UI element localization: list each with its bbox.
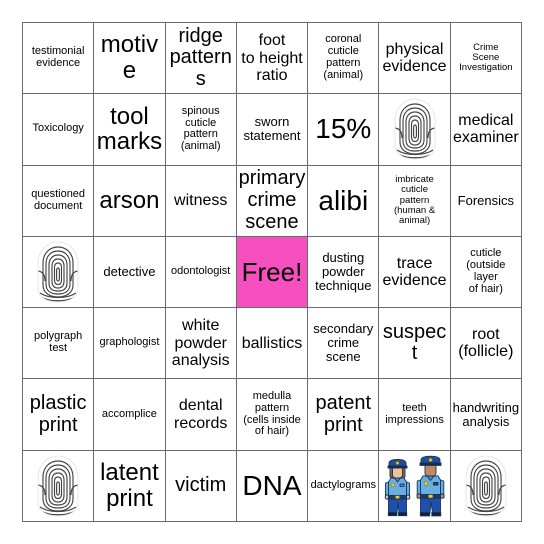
bingo-cell[interactable]: polygraph test	[23, 308, 95, 380]
bingo-cell[interactable]: odontologist	[165, 236, 237, 309]
bingo-cell-label: ridge patterns	[169, 24, 232, 90]
bingo-cell-label: DNA	[242, 469, 302, 501]
bingo-cell[interactable]: patent print	[308, 379, 380, 451]
bingo-cell[interactable]: accomplice	[94, 379, 166, 451]
bingo-cell[interactable]: witness	[165, 165, 237, 237]
bingo-cell-label: dactylograms	[310, 478, 376, 491]
bingo-cell[interactable]: sworn statement	[236, 94, 309, 166]
bingo-cell[interactable]: 15%	[308, 94, 380, 166]
fingerprint-icon	[463, 455, 509, 517]
bingo-cell[interactable]: physical evidence	[379, 23, 451, 95]
bingo-cell[interactable]: Crime Scene Investigation	[450, 23, 522, 95]
bingo-cell-label: Free!	[241, 256, 303, 287]
bingo-cell[interactable]: spinous cuticle pattern (animal)	[165, 94, 237, 166]
bingo-cell-label: tool marks	[96, 102, 163, 156]
bingo-cell[interactable]: Forensics	[450, 165, 522, 237]
bingo-cell[interactable]: DNA	[236, 450, 309, 522]
bingo-cell-label: patent print	[315, 391, 372, 436]
bingo-cell-label: questioned document	[31, 187, 86, 212]
bingo-cell-label: detective	[103, 263, 156, 279]
bingo-cell[interactable]: coronal cuticle pattern (animal)	[308, 23, 380, 95]
bingo-cell[interactable]: primary crime scene	[236, 165, 309, 237]
bingo-cell-label: Crime Scene Investigation	[459, 41, 513, 74]
bingo-cell-label: foot to height ratio	[241, 32, 303, 84]
bingo-card-grid: testimonial evidence motive ridge patterns…	[22, 22, 522, 522]
bingo-cell[interactable]: handwriting analysis	[450, 379, 522, 451]
bingo-cell-label: secondary crime scene	[313, 321, 374, 365]
bingo-cell[interactable]: root (follicle)	[450, 308, 522, 380]
bingo-cell-label: plastic print	[29, 391, 87, 436]
bingo-cell[interactable]: dusting powder technique	[308, 236, 380, 309]
bingo-cell[interactable]: plastic print	[23, 379, 95, 451]
bingo-cell[interactable]: secondary crime scene	[308, 308, 380, 380]
bingo-cell-label: root (follicle)	[458, 326, 514, 361]
bingo-cell-label: accomplice	[101, 407, 157, 420]
bingo-cell-label: sworn statement	[243, 114, 301, 144]
bingo-cell[interactable]: alibi	[308, 165, 380, 237]
bingo-cell[interactable]: detective	[94, 236, 166, 309]
bingo-cell-fingerprint[interactable]	[379, 94, 451, 166]
bingo-cell-label: 15%	[315, 113, 372, 145]
bingo-cell-label: medulla pattern (cells inside of hair)	[243, 389, 301, 438]
bingo-cell[interactable]: imbricate cuticle pattern (human & anima…	[379, 165, 451, 237]
bingo-cell-label: suspect	[382, 320, 447, 365]
police-officers-icon	[382, 455, 448, 517]
bingo-cell-free-space[interactable]: Free!	[236, 236, 309, 309]
bingo-cell-label: Forensics	[457, 192, 515, 208]
bingo-cell-label: handwriting analysis	[452, 399, 520, 429]
bingo-cell[interactable]: latent print	[94, 450, 166, 522]
bingo-cell[interactable]: white powder analysis	[165, 308, 237, 380]
bingo-cell-label: cuticle (outside layer of hair)	[466, 247, 506, 295]
bingo-cell-label: primary crime scene	[238, 167, 306, 233]
bingo-cell[interactable]: arson	[94, 165, 166, 237]
bingo-cell[interactable]: dactylograms	[308, 450, 380, 522]
bingo-cell-fingerprint[interactable]	[23, 236, 95, 309]
bingo-cell-label: dental records	[174, 397, 228, 432]
bingo-cell[interactable]: ballistics	[236, 308, 309, 380]
bingo-cell-label: arson	[99, 186, 160, 214]
bingo-cell[interactable]: Toxicology	[23, 94, 95, 166]
bingo-cell-label: latent print	[100, 458, 159, 512]
fingerprint-icon	[35, 455, 81, 517]
bingo-cell[interactable]: ridge patterns	[165, 23, 237, 95]
fingerprint-icon	[35, 241, 81, 303]
bingo-cell-fingerprint[interactable]	[23, 450, 95, 522]
bingo-cell[interactable]: foot to height ratio	[236, 23, 309, 95]
bingo-cell-police-officers[interactable]	[379, 450, 451, 522]
bingo-cell-label: witness	[174, 192, 228, 210]
bingo-cell-label: motive	[100, 31, 159, 85]
bingo-cell[interactable]: graphologist	[94, 308, 166, 380]
bingo-cell-label: graphologist	[99, 336, 160, 349]
bingo-cell-label: spinous cuticle pattern (animal)	[180, 104, 221, 153]
bingo-cell[interactable]: tool marks	[94, 94, 166, 166]
bingo-cell-label: trace evidence	[382, 254, 447, 289]
bingo-cell-label: ballistics	[241, 334, 303, 352]
bingo-cell-label: coronal cuticle pattern (animal)	[323, 33, 364, 82]
bingo-cell-label: dusting powder technique	[315, 249, 372, 293]
fingerprint-icon	[392, 98, 438, 160]
bingo-cell-label: teeth impressions	[385, 401, 444, 426]
bingo-cell[interactable]: medulla pattern (cells inside of hair)	[236, 379, 309, 451]
bingo-cell-label: imbricate cuticle pattern (human & anima…	[393, 174, 436, 227]
bingo-cell-fingerprint[interactable]	[450, 450, 522, 522]
bingo-cell[interactable]: cuticle (outside layer of hair)	[450, 236, 522, 309]
bingo-cell[interactable]: motive	[94, 23, 166, 95]
bingo-cell[interactable]: dental records	[165, 379, 237, 451]
bingo-cell[interactable]: teeth impressions	[379, 379, 451, 451]
bingo-cell[interactable]: trace evidence	[379, 236, 451, 309]
bingo-cell-label: testimonial evidence	[31, 45, 85, 70]
bingo-cell-label: polygraph test	[33, 330, 83, 355]
bingo-cell-label: victim	[175, 474, 227, 497]
bingo-cell[interactable]: suspect	[379, 308, 451, 380]
bingo-cell[interactable]: testimonial evidence	[23, 23, 95, 95]
bingo-cell[interactable]: victim	[165, 450, 237, 522]
bingo-cell[interactable]: questioned document	[23, 165, 95, 237]
bingo-cell-label: alibi	[318, 184, 369, 216]
bingo-cell-label: physical evidence	[382, 40, 447, 76]
bingo-cell[interactable]: medical examiner	[450, 94, 522, 166]
bingo-cell-label: medical examiner	[452, 112, 519, 147]
bingo-cell-label: Toxicology	[32, 122, 84, 135]
bingo-cell-label: white powder analysis	[171, 317, 230, 369]
bingo-cell-label: odontologist	[171, 265, 231, 278]
